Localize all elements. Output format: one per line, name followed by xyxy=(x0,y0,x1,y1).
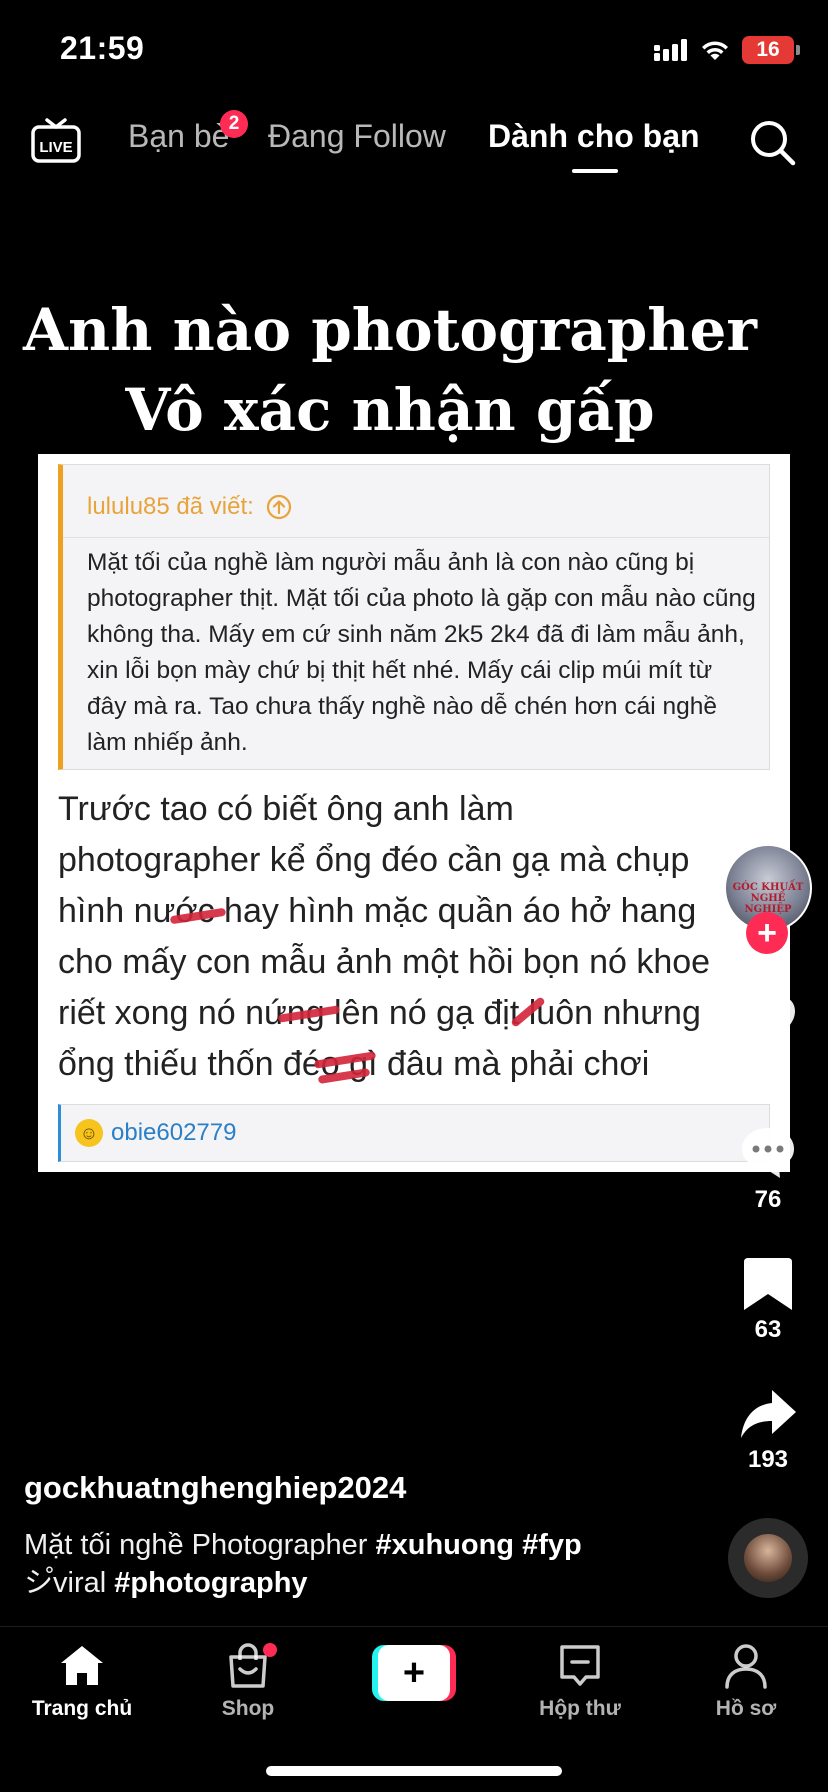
nav-label: Hồ sơ xyxy=(715,1697,777,1720)
heading-line-1: Anh nào photographer xyxy=(23,296,757,364)
reply-line: hình nước hay hình mặc quần áo hở hang xyxy=(58,892,697,930)
arrow-up-circle-icon xyxy=(266,494,291,520)
heading-line-2: Vô xác nhận gấp xyxy=(125,376,655,444)
nav-label: Hộp thư xyxy=(539,1697,621,1720)
status-icons: 16 xyxy=(654,34,800,66)
nav-home[interactable]: Trang chủ xyxy=(17,1641,147,1721)
heart-icon[interactable] xyxy=(738,992,798,1052)
signal-icon xyxy=(654,39,687,61)
battery-indicator: 16 xyxy=(742,36,800,64)
bookmark-count: 63 xyxy=(754,1316,782,1343)
creator-username[interactable]: gockhuatnghenghiep2024 xyxy=(24,1470,406,1506)
reply-body: Trước tao có biết ông anh làm photograph… xyxy=(58,784,778,1090)
reply-line: photographer kể ổng đéo cần gạ mà chụp xyxy=(58,841,690,879)
profile-icon xyxy=(725,1644,767,1689)
reply-line: riết xong nó nứng lên nó gạ địt luôn như… xyxy=(58,994,701,1032)
sound-avatar xyxy=(744,1534,792,1582)
comment-icon[interactable] xyxy=(738,1122,798,1182)
reply-line: ổng thiếu thốn đéo gì đâu mà phải chơi xyxy=(58,1045,650,1083)
quote-body: Mặt tối của nghề làm người mẫu ảnh là co… xyxy=(87,549,756,756)
reply-author-bar: ☺ obie602779 xyxy=(58,1104,770,1162)
quoted-post: lululu85 đã viết: Mặt tối của nghề làm n… xyxy=(58,464,770,770)
shop-notification-dot xyxy=(263,1643,277,1657)
live-tv-icon[interactable]: LIVE xyxy=(30,114,82,166)
forum-screenshot: lululu85 đã viết: Mặt tối của nghề làm n… xyxy=(38,454,790,1172)
bookmark-icon[interactable] xyxy=(738,1254,798,1314)
create-button[interactable]: + xyxy=(372,1645,456,1701)
video-overlay-heading: Anh nào photographer Vô xác nhận gấp xyxy=(20,290,760,450)
tab-friends[interactable]: Bạn bè xyxy=(128,118,229,155)
share-count: 193 xyxy=(747,1446,789,1473)
tab-following[interactable]: Đang Follow xyxy=(268,118,446,155)
video-caption: Mặt tối nghề Photographer #xuhuong #fyp … xyxy=(24,1526,644,1602)
nav-profile[interactable]: Hồ sơ xyxy=(681,1641,811,1721)
follow-button[interactable]: + xyxy=(746,912,788,954)
reply-line: Trước tao có biết ông anh làm xyxy=(58,790,514,828)
battery-level: 16 xyxy=(756,38,780,61)
status-time: 21:59 xyxy=(60,30,145,66)
music-disc[interactable] xyxy=(728,1518,808,1598)
wifi-icon xyxy=(702,41,728,60)
svg-text:LIVE: LIVE xyxy=(39,139,72,156)
share-arrow-icon[interactable] xyxy=(738,1384,798,1444)
quote-author: lululu85 đã viết: xyxy=(87,493,292,521)
tab-for-you[interactable]: Dành cho bạn xyxy=(488,118,700,155)
avatar-text: GÓC KHUẤT NGHỀ NGHIỆP xyxy=(732,882,804,915)
home-icon xyxy=(61,1646,103,1685)
hashtag-link[interactable]: #xuhuong #fyp xyxy=(375,1529,581,1561)
reply-author: obie602779 xyxy=(111,1119,237,1146)
quote-divider xyxy=(63,537,769,538)
quote-author-label: lululu85 đã viết: xyxy=(87,493,254,520)
notification-badge: 2 xyxy=(220,110,248,138)
nav-inbox[interactable]: Hộp thư xyxy=(515,1641,645,1721)
nav-label: Trang chủ xyxy=(31,1697,133,1720)
caption-text: シ゚viral xyxy=(24,1567,107,1599)
home-indicator[interactable] xyxy=(266,1766,562,1776)
like-count: 722 xyxy=(747,1056,789,1083)
caption-text: Mặt tối nghề Photographer xyxy=(24,1529,368,1561)
reply-line: cho mấy con mẫu ảnh một hồi bọn nó khoe xyxy=(58,943,711,981)
laughing-emoji-icon: ☺ xyxy=(75,1119,103,1147)
comment-count: 76 xyxy=(754,1186,782,1213)
nav-label: Shop xyxy=(221,1697,275,1720)
create-plus-icon: + xyxy=(378,1645,450,1701)
active-tab-indicator xyxy=(572,169,618,173)
hashtag-link[interactable]: #photography xyxy=(114,1567,307,1599)
inbox-icon xyxy=(560,1645,600,1686)
search-icon[interactable] xyxy=(748,118,798,168)
nav-shop[interactable]: Shop xyxy=(183,1641,313,1721)
